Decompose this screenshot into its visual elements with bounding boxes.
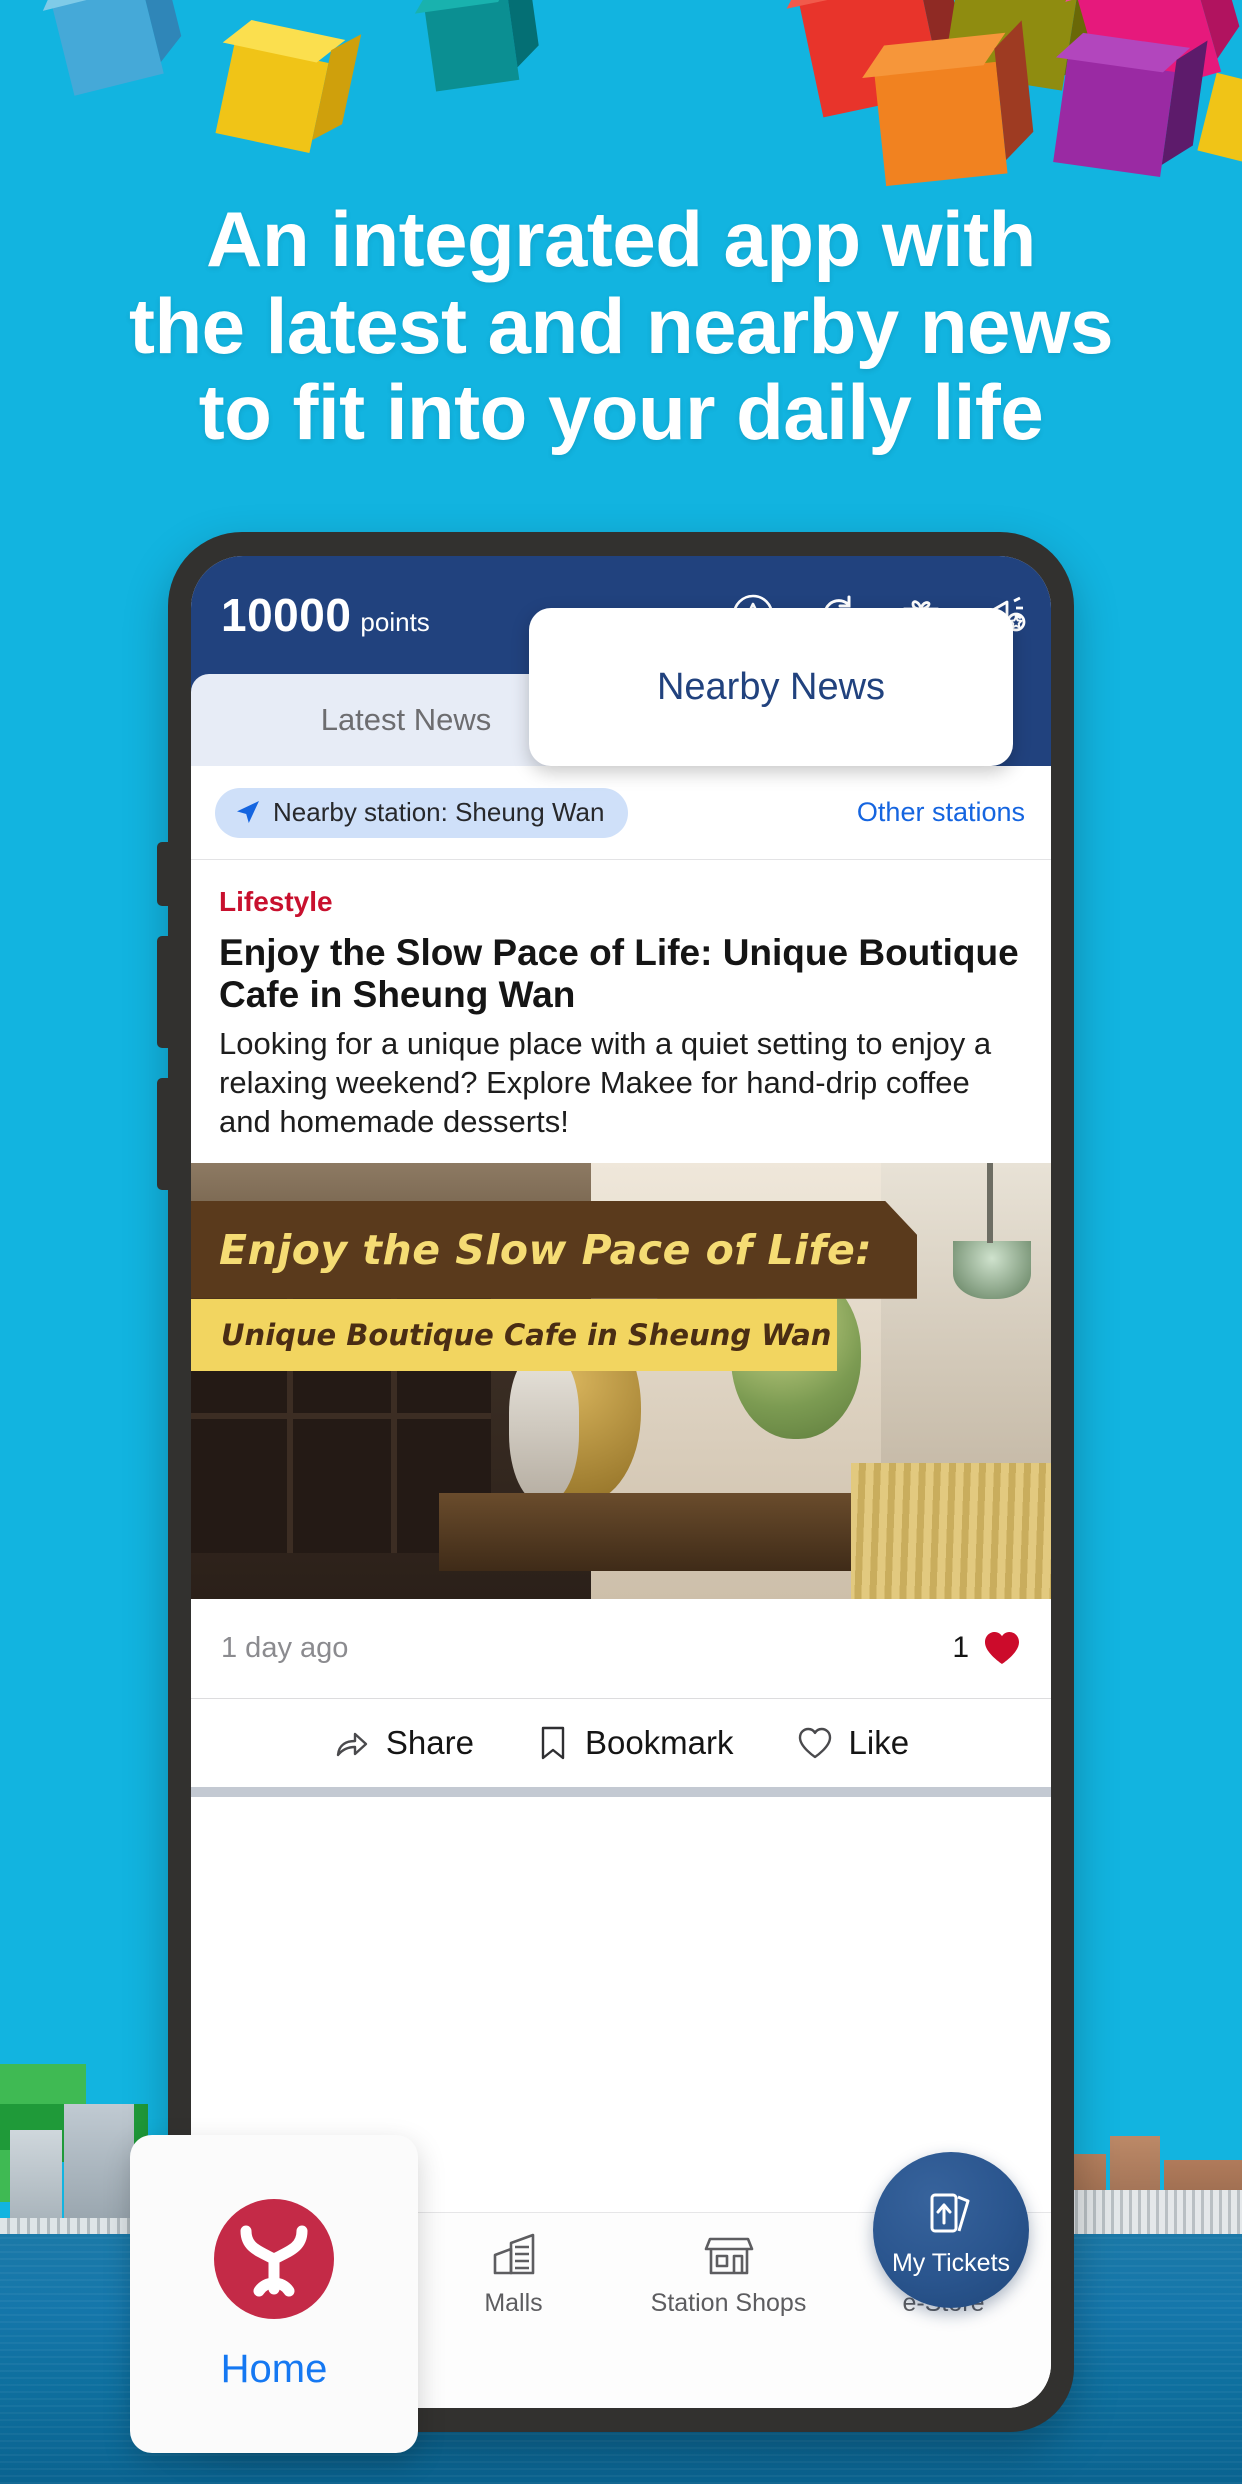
like-label: Like (848, 1723, 910, 1761)
points-display[interactable]: 10000 points (221, 588, 430, 642)
other-stations-link[interactable]: Other stations (857, 797, 1025, 828)
article-list-empty-area (191, 1796, 1051, 2127)
heart-filled-icon (983, 1629, 1021, 1667)
phone-side-button-volume-down (157, 1078, 170, 1190)
phone-side-button-mute (157, 842, 170, 906)
article-like-counter: 1 (952, 1629, 1021, 1667)
article-meta-row: 1 day ago 1 (191, 1598, 1051, 1699)
phone-side-button-volume-up (157, 936, 170, 1048)
article-action-row: Share Bookmark Like (191, 1698, 1051, 1797)
mtr-logo-icon (212, 2197, 336, 2321)
navigation-arrow-icon (235, 799, 261, 825)
tickets-icon (920, 2183, 982, 2245)
article-timestamp: 1 day ago (221, 1631, 349, 1664)
article-title: Enjoy the Slow Pace of Life: Unique Bout… (219, 932, 1019, 1015)
nearby-station-label: Nearby station: Sheung Wan (273, 796, 605, 827)
promo-headline: An integrated app with the latest and ne… (0, 196, 1242, 456)
nav-item-malls[interactable]: Malls (406, 2229, 621, 2317)
share-button[interactable]: Share (333, 1724, 474, 1762)
nav-item-station-shops-label: Station Shops (650, 2289, 807, 2317)
points-label: points (360, 607, 430, 637)
news-tab-bar: Latest News Nearby News (191, 608, 1051, 766)
news-article-card[interactable]: Lifestyle Enjoy the Slow Pace of Life: U… (191, 860, 1051, 2127)
tab-nearby-news[interactable]: Nearby News (529, 608, 1013, 766)
my-tickets-label: My Tickets (891, 2248, 1011, 2277)
points-value: 10000 (221, 589, 352, 641)
headline-line-1: An integrated app with (206, 195, 1036, 283)
tab-latest-news-label: Latest News (320, 702, 492, 737)
headline-line-3: to fit into your daily life (198, 368, 1044, 457)
nav-item-station-shops[interactable]: Station Shops (621, 2229, 836, 2317)
overlay-title-text: Enjoy the Slow Pace of Life: (219, 1225, 873, 1274)
article-image[interactable]: Enjoy the Slow Pace of Life: Unique Bout… (191, 1162, 1051, 1599)
phone-screen: 10000 points Latest News Nearby News Nea… (191, 556, 1051, 2408)
overlay-subtitle-text: Unique Boutique Cafe in Sheung Wan (221, 1317, 832, 1352)
headline-line-2: the latest and nearby news (129, 281, 1113, 370)
nav-item-malls-label: Malls (484, 2289, 543, 2317)
my-tickets-button[interactable]: My Tickets (873, 2152, 1029, 2308)
like-count: 1 (952, 1631, 969, 1665)
article-description: Looking for a unique place with a quiet … (219, 1025, 992, 1139)
promo-page: An integrated app with the latest and ne… (0, 0, 1242, 2484)
nearby-station-chip[interactable]: Nearby station: Sheung Wan (215, 787, 629, 838)
share-label: Share (385, 1723, 474, 1761)
like-button[interactable]: Like (796, 1723, 910, 1762)
tab-nearby-news-label: Nearby News (656, 665, 886, 708)
home-nav-label: Home (220, 2346, 328, 2391)
home-nav-callout[interactable]: Home (130, 2135, 418, 2453)
nearby-station-bar: Nearby station: Sheung Wan Other station… (191, 766, 1051, 860)
bookmark-button[interactable]: Bookmark (536, 1724, 734, 1762)
article-category: Lifestyle (219, 886, 333, 917)
bookmark-label: Bookmark (584, 1723, 734, 1761)
article-image-overlay-title: Enjoy the Slow Pace of Life: (191, 1200, 917, 1299)
article-image-overlay-subtitle: Unique Boutique Cafe in Sheung Wan (191, 1298, 837, 1371)
